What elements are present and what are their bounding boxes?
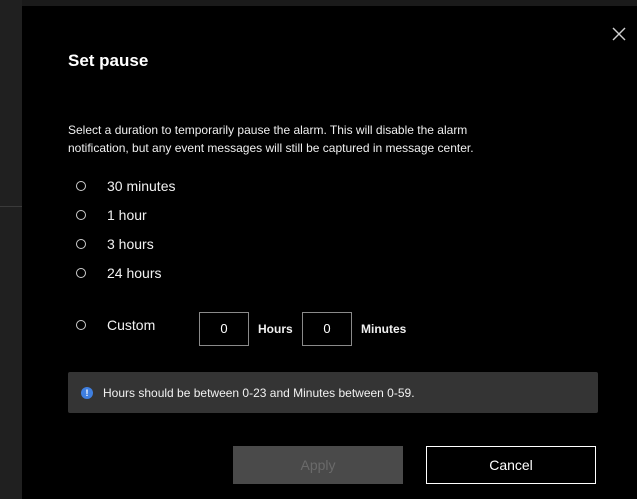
radio-button[interactable] xyxy=(76,181,86,191)
dialog-description: Select a duration to temporarily pause t… xyxy=(68,121,568,157)
option-30-minutes[interactable]: 30 minutes xyxy=(76,176,175,196)
description-line-2: notification, but any event messages wil… xyxy=(68,141,474,155)
option-label: 1 hour xyxy=(107,207,147,223)
cancel-button[interactable]: Cancel xyxy=(426,446,596,484)
set-pause-dialog: Set pause Select a duration to temporari… xyxy=(22,6,637,499)
info-icon: ! xyxy=(81,386,93,399)
radio-button[interactable] xyxy=(76,320,86,330)
option-3-hours[interactable]: 3 hours xyxy=(76,234,154,254)
option-1-hour[interactable]: 1 hour xyxy=(76,205,147,225)
apply-button[interactable]: Apply xyxy=(233,446,403,484)
close-icon xyxy=(612,27,626,41)
option-label: 3 hours xyxy=(107,236,154,252)
option-label: Custom xyxy=(107,317,156,333)
radio-button[interactable] xyxy=(76,268,86,278)
minutes-unit-label: Minutes xyxy=(361,322,407,336)
hours-unit-label: Hours xyxy=(258,322,293,336)
info-message-text: Hours should be between 0-23 and Minutes… xyxy=(103,385,415,400)
close-button[interactable] xyxy=(609,24,629,44)
option-label: 24 hours xyxy=(107,265,162,281)
background-app xyxy=(0,0,22,499)
option-24-hours[interactable]: 24 hours xyxy=(76,263,161,283)
minutes-input[interactable]: 0 xyxy=(302,312,352,346)
dialog-title: Set pause xyxy=(68,51,149,70)
radio-button[interactable] xyxy=(76,210,86,220)
background-divider xyxy=(0,206,22,207)
info-message-bar: ! Hours should be between 0-23 and Minut… xyxy=(68,372,598,413)
hours-input[interactable]: 0 xyxy=(199,312,249,346)
radio-button[interactable] xyxy=(76,239,86,249)
option-custom[interactable]: Custom xyxy=(76,315,155,335)
description-line-1: Select a duration to temporarily pause t… xyxy=(68,123,468,137)
option-label: 30 minutes xyxy=(107,178,176,194)
